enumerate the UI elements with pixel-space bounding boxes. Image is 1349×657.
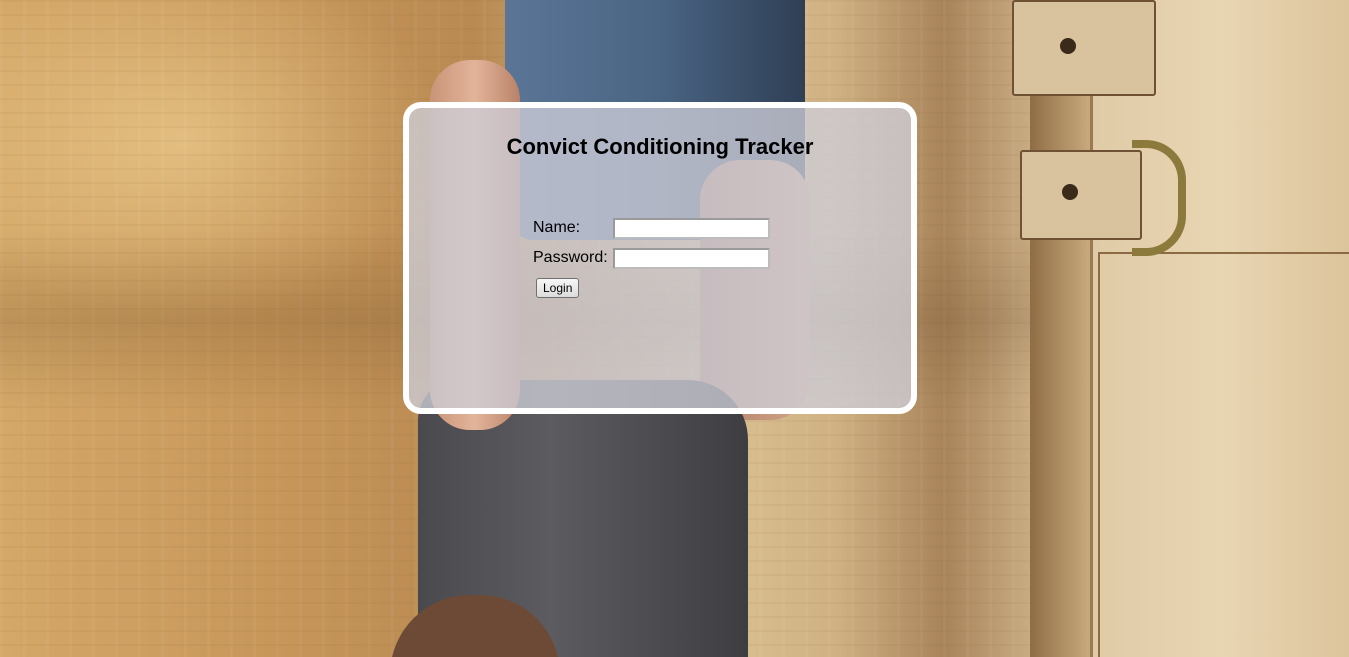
door-frame	[1030, 0, 1090, 657]
door-hinge-top	[1012, 0, 1156, 96]
password-label: Password:	[533, 249, 608, 266]
password-input[interactable]	[613, 247, 770, 269]
password-row: Password:	[533, 246, 770, 270]
name-label: Name:	[533, 219, 581, 236]
hinge-bolt	[1060, 38, 1076, 54]
hinge-bolt	[1062, 184, 1078, 200]
name-row: Name:	[533, 216, 770, 240]
login-panel: Convict Conditioning Tracker Name: Passw…	[403, 102, 917, 414]
door-handle	[1132, 140, 1186, 256]
name-input[interactable]	[613, 217, 770, 239]
door-panel	[1098, 252, 1349, 657]
page-title: Convict Conditioning Tracker	[506, 134, 814, 159]
door-hinge-lower	[1020, 150, 1142, 240]
login-button[interactable]: Login	[536, 278, 580, 298]
